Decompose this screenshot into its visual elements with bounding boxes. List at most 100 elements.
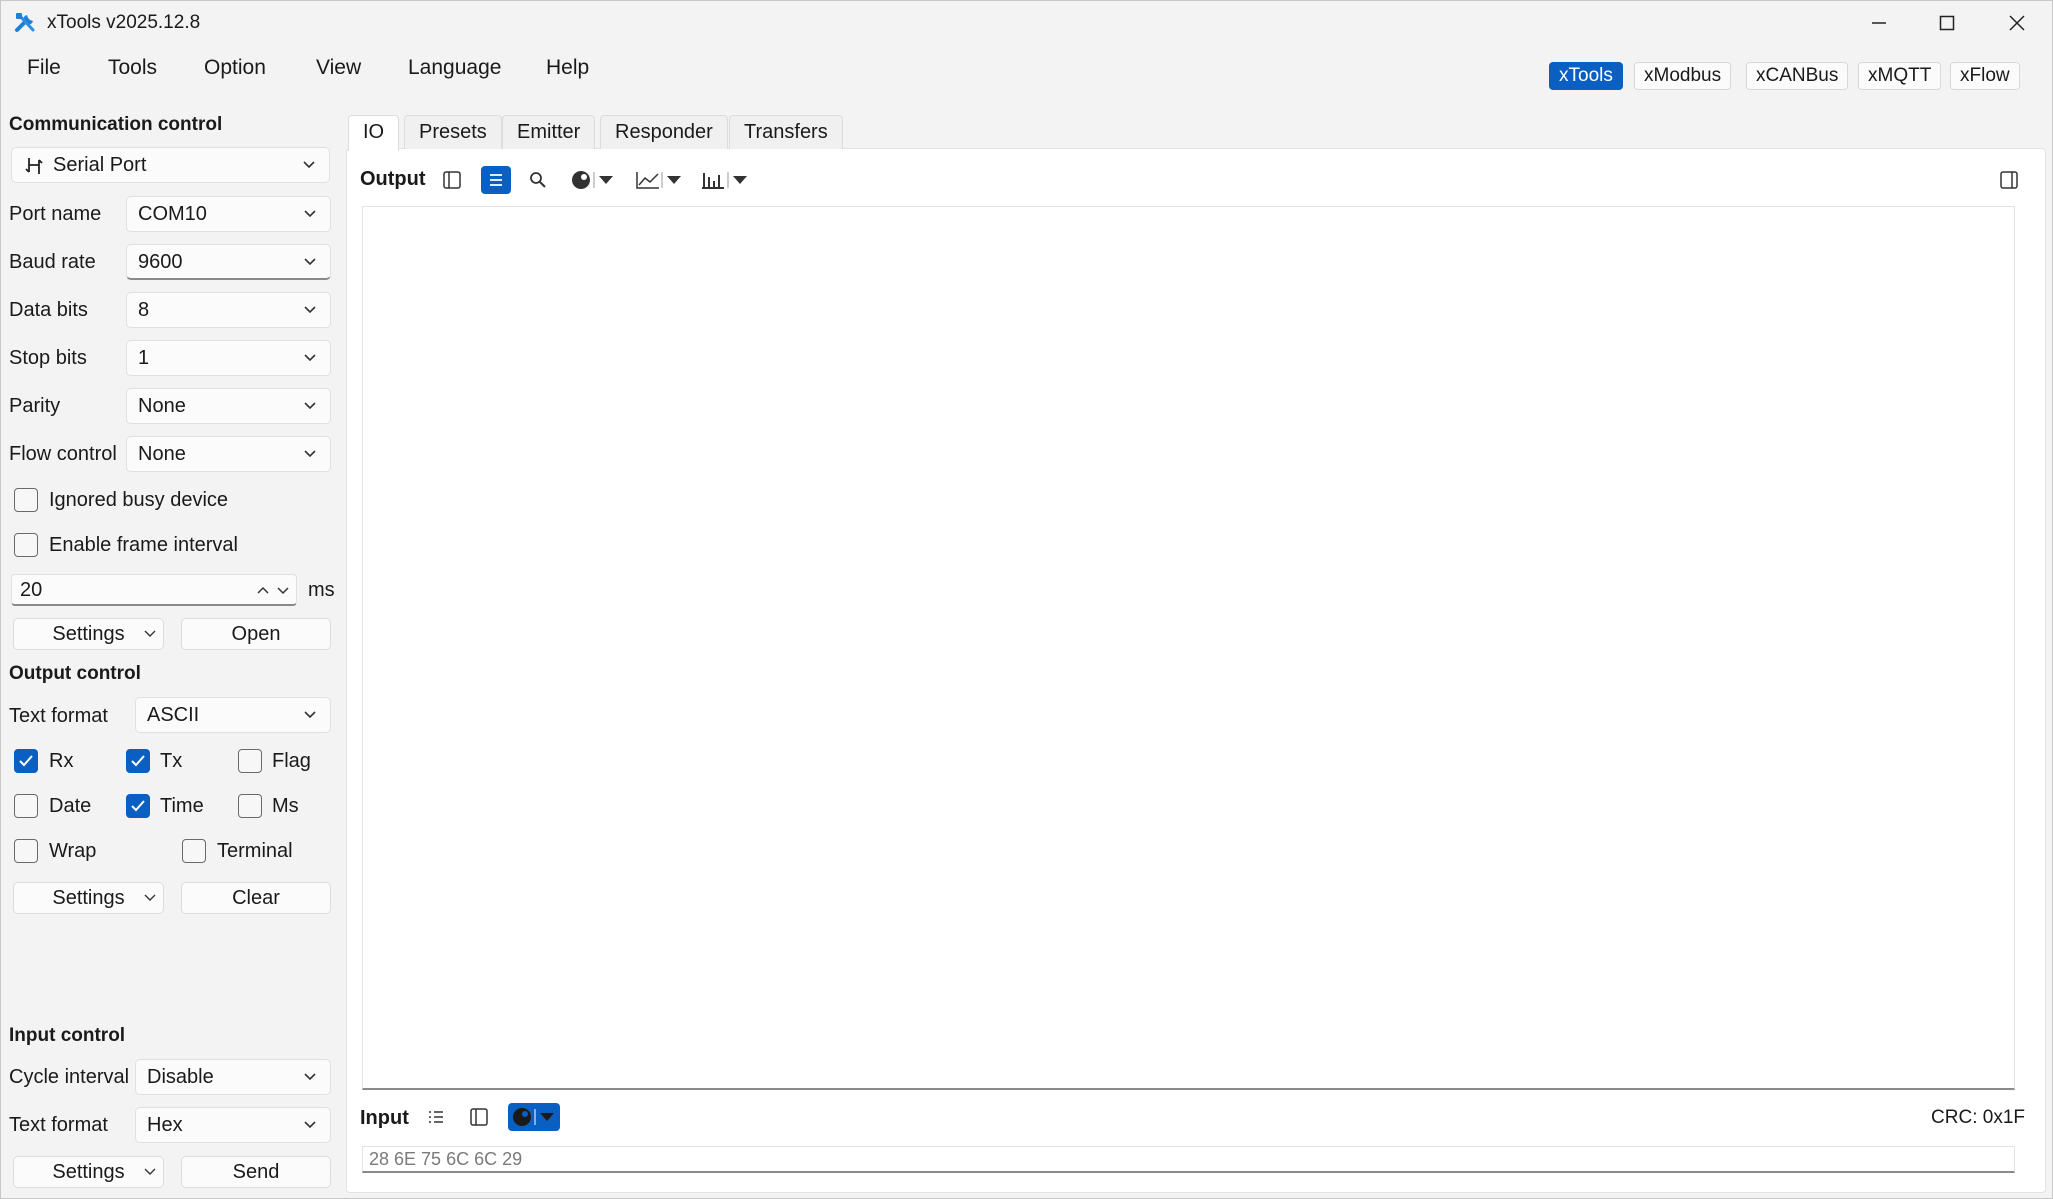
- chevron-down-icon: [304, 1073, 316, 1081]
- parity-select[interactable]: None: [126, 388, 331, 424]
- minimize-icon: [1872, 22, 1886, 24]
- chevron-down-icon: [304, 711, 316, 719]
- input-highlight-dropdown[interactable]: [508, 1103, 560, 1131]
- frame-interval-checkbox[interactable]: [14, 533, 38, 557]
- tab-emitter[interactable]: Emitter: [502, 115, 596, 149]
- tool-xmqtt-button[interactable]: xMQTT: [1858, 62, 1942, 90]
- input-label: Input: [360, 1107, 409, 1129]
- flow-control-select[interactable]: None: [126, 436, 331, 472]
- ms-checkbox[interactable]: [238, 794, 262, 818]
- send-button[interactable]: Send: [181, 1156, 331, 1188]
- output-bar-chart-dropdown[interactable]: [699, 166, 753, 194]
- flag-checkbox[interactable]: [238, 749, 262, 773]
- list-icon: [429, 1111, 443, 1123]
- frame-interval-value: 20: [20, 579, 43, 601]
- terminal-checkbox[interactable]: [182, 839, 206, 863]
- terminal-label: Terminal: [217, 840, 293, 862]
- cycle-interval-select[interactable]: Disable: [135, 1059, 331, 1095]
- output-text-format-label: Text format: [9, 705, 108, 727]
- input-text-field[interactable]: 28 6E 75 6C 6C 29: [362, 1146, 2015, 1173]
- output-control-title: Output control: [9, 663, 141, 684]
- output-settings-button[interactable]: Settings: [13, 882, 164, 914]
- menu-tools[interactable]: Tools: [108, 56, 157, 80]
- menu-option[interactable]: Option: [204, 56, 266, 80]
- chevron-down-icon: [304, 210, 316, 218]
- title-bar: xTools v2025.12.8: [1, 1, 2052, 45]
- output-highlight-dropdown[interactable]: [567, 166, 619, 194]
- line-chart-dropdown-icon: [636, 172, 681, 189]
- tab-presets[interactable]: Presets: [404, 115, 502, 149]
- close-button[interactable]: [1982, 1, 2052, 45]
- output-settings-label: Settings: [52, 887, 125, 909]
- tx-label: Tx: [160, 750, 183, 772]
- menu-language[interactable]: Language: [408, 56, 501, 80]
- ignored-busy-checkbox[interactable]: [14, 488, 38, 512]
- check-icon: [19, 755, 33, 767]
- right-panel-toggle-button[interactable]: [1994, 166, 2024, 194]
- chevron-down-icon[interactable]: [276, 586, 290, 596]
- cycle-interval-label: Cycle interval: [9, 1066, 130, 1088]
- clear-label: Clear: [232, 887, 280, 909]
- tab-responder[interactable]: Responder: [600, 115, 728, 149]
- comm-settings-button[interactable]: Settings: [13, 618, 164, 650]
- input-settings-button[interactable]: Settings: [13, 1156, 164, 1188]
- output-panel-toggle-button[interactable]: [437, 166, 467, 194]
- date-checkbox[interactable]: [14, 794, 38, 818]
- tool-xtools-button[interactable]: xTools: [1549, 62, 1623, 90]
- stop-bits-select[interactable]: 1: [126, 340, 331, 376]
- minimize-button[interactable]: [1844, 1, 1914, 45]
- check-icon: [131, 800, 145, 812]
- time-checkbox[interactable]: [126, 794, 150, 818]
- date-label: Date: [49, 795, 92, 817]
- chevron-down-icon: [304, 258, 316, 266]
- input-list-button[interactable]: [421, 1103, 451, 1131]
- input-panel-toggle-button[interactable]: [464, 1103, 494, 1131]
- tool-xcanbus-button[interactable]: xCANBus: [1746, 62, 1849, 90]
- menu-file[interactable]: File: [27, 56, 61, 80]
- sidebar-right-icon: [2000, 171, 2018, 189]
- output-line-chart-dropdown[interactable]: [633, 166, 687, 194]
- chevron-up-icon[interactable]: [256, 585, 270, 595]
- ms-label: Ms: [272, 795, 299, 817]
- data-bits-select[interactable]: 8: [126, 292, 331, 328]
- input-text-format-select[interactable]: Hex: [135, 1107, 331, 1143]
- maximize-button[interactable]: [1912, 1, 1982, 45]
- device-type-select[interactable]: Serial Port: [11, 147, 330, 183]
- tab-transfers[interactable]: Transfers: [729, 115, 843, 149]
- tool-xmodbus-button[interactable]: xModbus: [1634, 62, 1732, 90]
- frame-interval-spinbox[interactable]: 20: [11, 574, 297, 606]
- tab-io[interactable]: IO: [348, 115, 400, 151]
- wrap-checkbox[interactable]: [14, 839, 38, 863]
- baud-rate-select[interactable]: 9600: [126, 244, 331, 280]
- tx-checkbox[interactable]: [126, 749, 150, 773]
- rx-label: Rx: [49, 750, 74, 772]
- input-text-format-value: Hex: [147, 1114, 183, 1136]
- chevron-down-icon: [304, 306, 316, 314]
- chevron-down-icon: [304, 450, 316, 458]
- tools-app-icon: [13, 10, 39, 36]
- output-text-format-select[interactable]: ASCII: [135, 697, 331, 733]
- output-text-area[interactable]: [362, 206, 2015, 1090]
- tool-xflow-button[interactable]: xFlow: [1950, 62, 2020, 90]
- data-bits-value: 8: [138, 299, 150, 321]
- output-search-button[interactable]: [523, 166, 553, 194]
- open-button[interactable]: Open: [181, 618, 331, 650]
- sidebar-left-icon: [470, 1108, 488, 1126]
- parity-label: Parity: [9, 395, 61, 417]
- ignored-busy-label: Ignored busy device: [49, 489, 229, 511]
- cycle-interval-value: Disable: [147, 1066, 214, 1088]
- port-name-select[interactable]: COM10: [126, 196, 331, 232]
- menu-help[interactable]: Help: [546, 56, 589, 80]
- bar-chart-dropdown-icon: [702, 172, 747, 189]
- chevron-down-icon: [304, 402, 316, 410]
- app-window: xTools v2025.12.8 File Tools Option View…: [0, 0, 2053, 1199]
- rx-checkbox[interactable]: [14, 749, 38, 773]
- clear-button[interactable]: Clear: [181, 882, 331, 914]
- chevron-down-icon: [303, 161, 315, 169]
- output-list-view-button[interactable]: [481, 166, 511, 194]
- menu-view[interactable]: View: [316, 56, 361, 80]
- baud-rate-label: Baud rate: [9, 251, 96, 273]
- highlighter-dropdown-icon: [513, 1108, 554, 1126]
- parity-value: None: [138, 395, 186, 417]
- input-text-format-label: Text format: [9, 1114, 108, 1136]
